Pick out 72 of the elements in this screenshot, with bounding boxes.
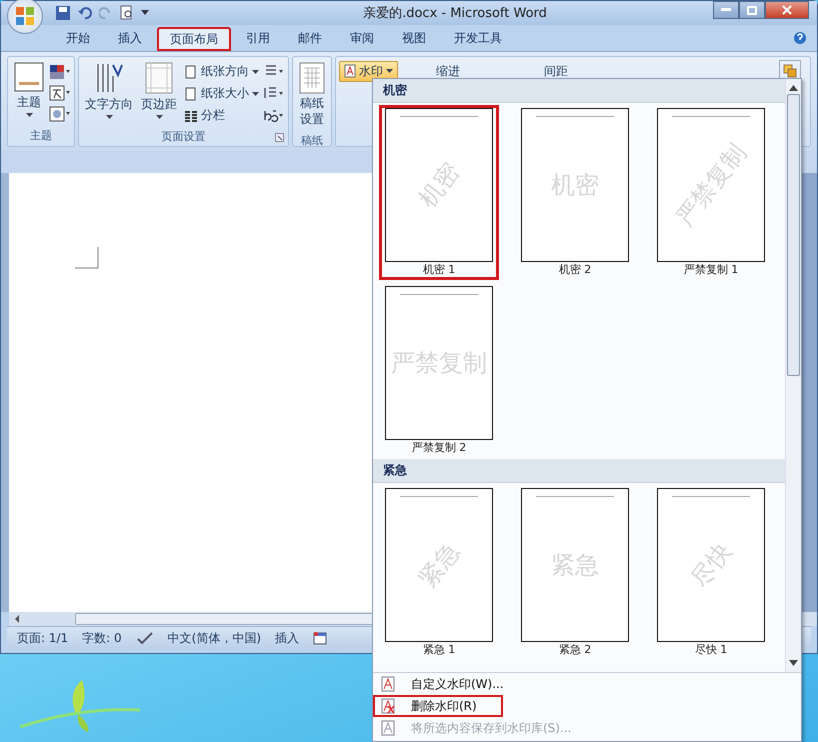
caret-icon (106, 115, 112, 119)
close-icon (782, 5, 792, 15)
word-count[interactable]: 字数: 0 (82, 630, 122, 646)
orientation-button[interactable]: 纸张方向 (182, 62, 261, 81)
group-label: 页面设置 (162, 129, 206, 145)
save-watermark-icon (381, 720, 395, 736)
columns-icon (184, 108, 198, 122)
minimize-button[interactable] (713, 1, 739, 19)
margin-corner-icon (75, 247, 99, 269)
menu-item[interactable]: 自定义水印(W)... (373, 673, 801, 695)
caret-icon (252, 92, 259, 96)
proofing-check-icon[interactable] (136, 631, 154, 645)
caret-icon (156, 115, 162, 119)
window-title: 亲爱的.docx - Microsoft Word (362, 5, 548, 22)
caret-icon (252, 70, 259, 74)
section-header: 机密 (373, 79, 785, 103)
spacing-label: 间距 (544, 62, 568, 80)
scroll-down-icon[interactable] (789, 660, 798, 666)
indent-label: 缩进 (436, 62, 461, 80)
group-label: 主题 (29, 128, 53, 144)
caret-icon (26, 113, 32, 117)
ribbon-tab[interactable]: 页面布局 (157, 27, 231, 51)
insert-mode-status[interactable]: 插入 (275, 630, 300, 646)
close-button[interactable] (765, 1, 809, 19)
theme-fonts-icon[interactable] (49, 85, 71, 101)
minimize-icon (721, 8, 731, 12)
grid-paper-icon (299, 62, 325, 94)
dialog-launcher-icon[interactable] (275, 133, 284, 142)
theme-icon (14, 62, 44, 92)
breaks-icon[interactable] (263, 64, 285, 78)
watermark-button[interactable]: 水印 (339, 60, 398, 82)
theme-colors-icon[interactable] (49, 64, 71, 80)
scroll-up-icon[interactable] (789, 85, 798, 91)
page-count[interactable]: 页面: 1/1 (17, 630, 68, 646)
theme-effects-icon[interactable] (49, 106, 71, 122)
ribbon-tab[interactable]: 开发工具 (441, 26, 515, 51)
manuscript-settings-button[interactable]: 稿纸设置 (296, 60, 328, 130)
help-icon[interactable] (793, 31, 807, 45)
office-button[interactable] (7, 0, 43, 34)
menu-item[interactable]: 删除水印(R) (373, 695, 503, 717)
ribbon-tab[interactable]: 邮件 (285, 26, 335, 51)
watermark-icon (344, 64, 356, 78)
delete-watermark-icon (381, 698, 395, 714)
gallery-scrollbar[interactable] (785, 79, 801, 672)
page-icon (184, 64, 198, 78)
maximize-button[interactable] (739, 1, 765, 19)
undo-icon[interactable] (77, 5, 93, 21)
language-status[interactable]: 中文(简体，中国) (168, 630, 262, 646)
ribbon-tab[interactable]: 视图 (389, 26, 439, 51)
section-header: 紧急 (373, 459, 785, 483)
macro-record-icon[interactable] (313, 632, 328, 644)
watermark-icon (381, 676, 395, 692)
margins-button[interactable]: 页边距 (138, 60, 180, 125)
ribbon-tab[interactable]: 引用 (233, 26, 283, 51)
group-label: 稿纸 (300, 133, 324, 150)
caret-icon[interactable] (141, 10, 149, 16)
caret-icon (386, 69, 393, 73)
ribbon-tab[interactable]: 插入 (105, 26, 155, 51)
text-direction-button[interactable]: 文字方向 (82, 60, 136, 125)
hyphenation-icon[interactable] (263, 108, 285, 122)
scroll-left-icon[interactable] (13, 614, 21, 624)
theme-button[interactable]: 主题 (11, 60, 47, 124)
maximize-icon (747, 6, 757, 14)
ribbon-tab[interactable]: 审阅 (337, 26, 387, 51)
line-numbers-icon[interactable] (263, 86, 285, 100)
page-icon (184, 86, 198, 100)
ribbon-tab[interactable]: 开始 (53, 26, 103, 51)
save-icon[interactable] (55, 5, 71, 21)
size-button[interactable]: 纸张大小 (182, 84, 261, 103)
page-margins-icon (145, 62, 173, 94)
columns-button[interactable]: 分栏 (182, 106, 261, 125)
vertical-scrollbar[interactable] (801, 173, 817, 612)
